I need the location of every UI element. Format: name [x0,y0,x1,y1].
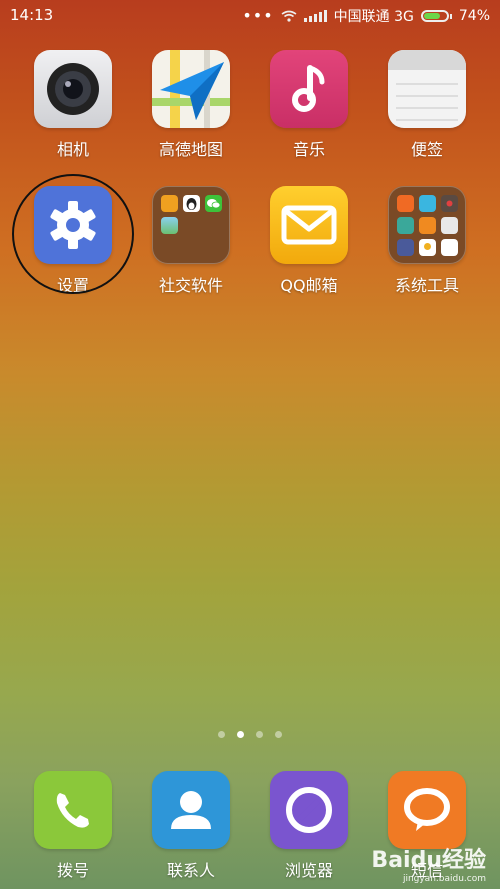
baidu-jingyan-watermark: Baidu经验 jingyan.baidu.com [371,842,486,884]
map-navigation-icon [152,50,230,128]
app-label: 便签 [410,140,443,159]
page-dot[interactable] [256,731,263,738]
wifi-icon [281,10,297,22]
app-label: 相机 [56,140,89,159]
notes-icon [388,50,466,128]
wechat-icon [205,195,222,212]
app-label: 系统工具 [394,276,459,295]
app-label: 拨号 [56,861,89,880]
page-dot[interactable] [218,731,225,738]
music-note-icon [270,50,348,128]
gallery-icon [161,217,178,234]
mail-envelope-icon [270,186,348,264]
app-qq-mail[interactable]: QQ邮箱 [254,186,364,296]
contact-person-icon [152,771,230,849]
fm-radio-icon [397,217,414,234]
message-bubble-icon [388,771,466,849]
app-notes[interactable]: 便签 [372,50,482,160]
app-label: 浏览器 [284,861,333,880]
signal-strength-icon [303,10,327,22]
battery-tip [449,13,452,19]
folder-social-apps[interactable]: 社交软件 [136,186,246,296]
battery-percent: 74% [458,8,490,24]
status-time: 14:13 [10,6,54,24]
browser-icon [270,771,348,849]
page-dot-active[interactable] [237,731,244,738]
camera-icon [34,50,112,128]
page-indicator[interactable] [0,731,500,738]
app-label: 高德地图 [158,140,223,159]
mini-app-icon [397,195,414,212]
status-right: ••• 中国联通 3G 74% [242,6,490,26]
record-icon [441,195,458,212]
app-music[interactable]: 音乐 [254,50,364,160]
carrier-label: 中国联通 3G [333,9,414,25]
qq-penguin-icon [183,195,200,212]
folder-system-tools[interactable]: 系统工具 [372,186,482,296]
recorder-icon [397,239,414,256]
watermark-text: Baidu经验 [371,848,486,873]
phone-handset-icon [34,771,112,849]
watermark-url: jingyan.baidu.com [402,874,486,884]
app-camera[interactable]: 相机 [18,50,128,160]
map-pin-icon [419,239,436,256]
folder-icon [152,186,230,264]
dock-app-contacts[interactable]: 联系人 [136,771,246,881]
dock-app-browser[interactable]: 浏览器 [254,771,364,881]
app-label: 音乐 [292,140,325,159]
more-dots-icon: ••• [242,6,274,25]
page-dot[interactable] [275,731,282,738]
mini-app-icon [161,195,178,212]
dock-app-dialer[interactable]: 拨号 [18,771,128,881]
folder-icon [388,186,466,264]
battery-icon [420,10,449,22]
app-label: 社交软件 [158,276,223,295]
mini-app-icon [441,239,458,256]
calculator-icon [419,217,436,234]
clock-icon [419,195,436,212]
app-amap[interactable]: 高德地图 [136,50,246,160]
highlight-circle [12,174,134,294]
compass-icon [441,217,458,234]
app-label: QQ邮箱 [280,276,338,295]
app-label: 联系人 [166,861,215,880]
status-bar: 14:13 ••• 中国联通 3G 74% [0,0,500,30]
